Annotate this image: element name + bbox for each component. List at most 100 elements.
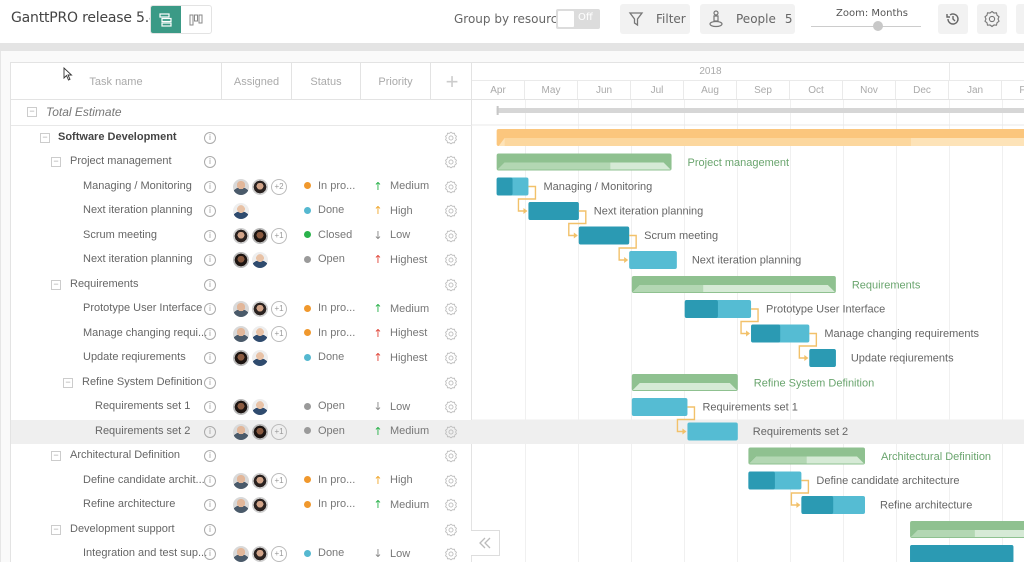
column-header-task-name[interactable]: Task name [11, 63, 222, 100]
priority-cell[interactable]: ↑ Medium [372, 425, 429, 438]
info-icon[interactable]: i [204, 278, 216, 291]
status-cell[interactable]: Open [304, 253, 345, 265]
task-name[interactable]: Project management [70, 155, 172, 167]
row-settings-icon[interactable] [444, 547, 458, 561]
task-name[interactable]: Managing / Monitoring [83, 180, 192, 192]
group-by-resource-toggle[interactable]: Off [556, 9, 600, 29]
priority-cell[interactable]: ↑ Highest [372, 253, 427, 266]
collapse-toggle[interactable]: − [40, 132, 50, 143]
task-row[interactable]: Integration and test sup... i +1 Done ↓ Low [11, 542, 473, 567]
info-icon[interactable]: i [204, 376, 216, 389]
task-row[interactable]: − Project management i [11, 150, 473, 175]
assignees[interactable] [233, 252, 271, 268]
task-row[interactable]: Update reqiurements i Done ↑ Highest [11, 346, 473, 371]
collapse-grid-button[interactable] [471, 530, 500, 556]
task-name[interactable]: Scrum meeting [83, 229, 157, 241]
info-icon[interactable]: i [204, 425, 216, 438]
row-settings-icon[interactable] [444, 180, 458, 194]
task-name[interactable]: Requirements [70, 278, 138, 290]
task-bar[interactable] [631, 398, 688, 416]
info-icon[interactable]: i [204, 131, 216, 144]
info-icon[interactable]: i [204, 180, 216, 193]
task-row[interactable]: − Requirements i [11, 273, 473, 298]
column-header-status[interactable]: Status [292, 63, 361, 100]
row-settings-icon[interactable] [444, 400, 458, 414]
info-icon[interactable]: i [204, 205, 216, 217]
priority-cell[interactable]: ↑ Medium [372, 302, 429, 315]
task-row[interactable]: − Development support i [11, 518, 473, 543]
row-settings-icon[interactable] [444, 253, 458, 267]
task-name[interactable]: Architectural Definition [70, 449, 180, 461]
task-name[interactable]: Refine architecture [83, 498, 175, 510]
info-icon[interactable]: i [204, 499, 216, 511]
info-icon[interactable]: i [204, 523, 216, 536]
task-row[interactable]: Managing / Monitoring i +2 In pro... ↑ Medium [11, 175, 473, 200]
settings-button[interactable] [977, 4, 1007, 34]
task-row[interactable]: Requirements set 1 i Open ↓ Low [11, 395, 473, 420]
assignees[interactable] [233, 350, 271, 366]
status-cell[interactable]: Done [304, 547, 344, 559]
assignees[interactable]: +2 [233, 178, 287, 195]
column-header-assigned[interactable]: Assigned [222, 63, 292, 100]
task-bar[interactable] [629, 251, 677, 269]
assignees[interactable]: +1 [233, 301, 287, 317]
row-settings-icon[interactable] [444, 155, 458, 169]
row-settings-icon[interactable] [444, 131, 458, 145]
task-row[interactable]: Next iteration planning i Open ↑ Highest [11, 248, 473, 273]
row-settings-icon[interactable] [444, 229, 458, 243]
task-name[interactable]: Prototype User Interface [83, 302, 202, 314]
task-row[interactable]: − Architectural Definition i [11, 444, 473, 469]
task-name[interactable]: Integration and test sup... [83, 547, 207, 559]
task-row[interactable]: − Refine System Definition i [11, 371, 473, 396]
priority-cell[interactable]: ↓ Low [372, 547, 410, 560]
info-icon[interactable]: i [204, 327, 216, 340]
filter-button[interactable]: Filter [620, 4, 690, 34]
status-cell[interactable]: In pro... [304, 327, 355, 339]
priority-cell[interactable]: ↑ High [372, 474, 412, 487]
info-icon[interactable]: i [204, 303, 216, 315]
row-settings-icon[interactable] [444, 449, 458, 463]
collapse-toggle[interactable]: − [51, 451, 61, 461]
board-view-button[interactable] [181, 6, 211, 33]
task-name[interactable]: Total Estimate [46, 105, 122, 119]
row-settings-icon[interactable] [444, 523, 458, 537]
row-settings-icon[interactable] [444, 474, 458, 488]
task-row[interactable]: Requirements set 2 i +1 Open ↑ Medium [11, 419, 473, 444]
task-name[interactable]: Update reqiurements [83, 351, 186, 363]
total-estimate-bar[interactable] [496, 108, 1024, 113]
column-header-priority[interactable]: Priority [361, 63, 431, 100]
info-icon[interactable]: i [204, 156, 216, 168]
status-cell[interactable]: In pro... [304, 498, 355, 510]
people-button[interactable]: People 5 [700, 4, 795, 34]
assignees[interactable] [233, 399, 271, 415]
task-row[interactable]: − Software Development i [11, 126, 473, 151]
priority-cell[interactable]: ↑ High [372, 204, 412, 217]
info-icon[interactable]: i [204, 474, 216, 487]
assignees[interactable] [233, 203, 252, 219]
task-row[interactable]: Define candidate archit... i +1 In pro... ↑ H… [11, 469, 473, 494]
status-cell[interactable]: Open [304, 425, 345, 437]
collapse-toggle[interactable]: − [51, 524, 61, 535]
info-icon[interactable]: i [204, 401, 216, 413]
status-cell[interactable]: In pro... [304, 180, 355, 192]
more-button[interactable] [1016, 4, 1024, 34]
priority-cell[interactable]: ↑ Highest [372, 327, 427, 340]
task-row[interactable]: Next iteration planning i Done ↑ High [11, 199, 473, 224]
collapse-toggle[interactable]: − [51, 157, 61, 167]
row-settings-icon[interactable] [444, 302, 458, 316]
assignees[interactable]: +1 [233, 423, 287, 440]
task-row[interactable]: Refine architecture i In pro... ↑ Medium [11, 493, 473, 518]
row-settings-icon[interactable] [444, 278, 458, 292]
priority-cell[interactable]: ↑ Medium [372, 498, 429, 511]
task-row[interactable]: − Total Estimate [11, 100, 473, 125]
task-name[interactable]: Requirements set 1 [95, 400, 190, 412]
info-icon[interactable]: i [204, 352, 216, 364]
task-name[interactable]: Define candidate archit... [83, 474, 205, 486]
row-settings-icon[interactable] [444, 204, 458, 218]
collapse-toggle[interactable]: − [27, 107, 37, 117]
row-settings-icon[interactable] [444, 327, 458, 341]
priority-cell[interactable]: ↑ Highest [372, 351, 427, 364]
status-cell[interactable]: Closed [304, 229, 352, 241]
status-cell[interactable]: In pro... [304, 474, 355, 486]
assignees[interactable]: +1 [233, 325, 287, 342]
